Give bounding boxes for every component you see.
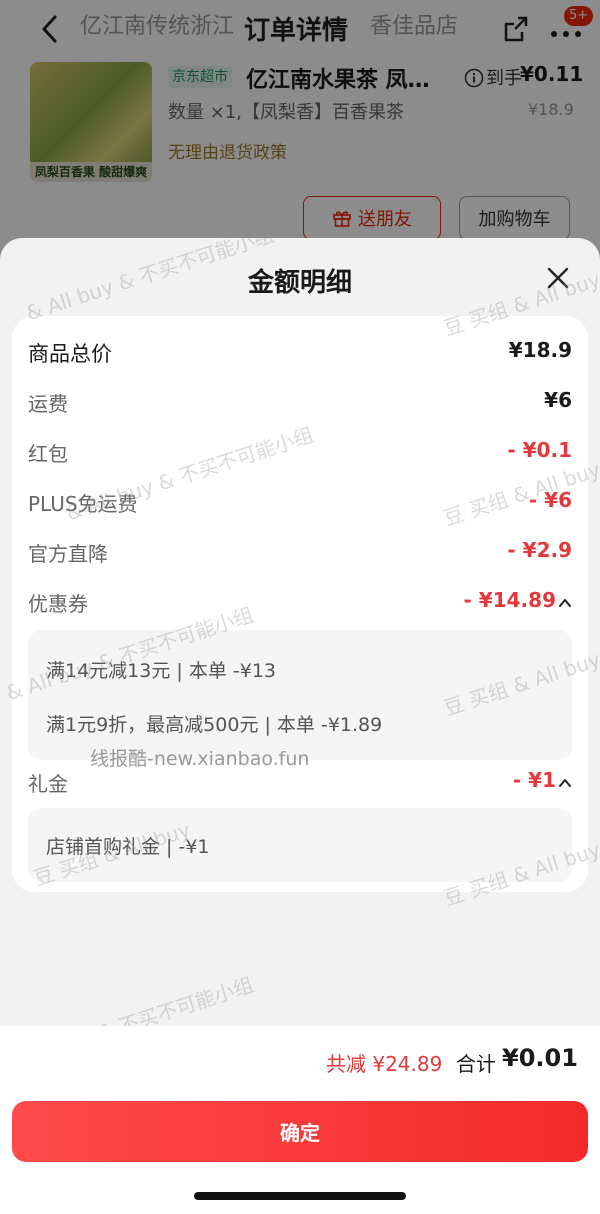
row-official-discount: 官方直降 - ¥2.9	[28, 538, 572, 568]
coupon-detail-box: 满14元减13元 | 本单 -¥13 满1元9折，最高减500元 | 本单 -¥…	[28, 630, 572, 760]
row-value: - ¥2.9	[507, 538, 572, 562]
row-plus-free-shipping: PLUS免运费 - ¥6	[28, 488, 572, 518]
row-label: PLUS免运费	[28, 492, 138, 516]
row-label: 运费	[28, 392, 68, 416]
amount-detail-card: 商品总价 ¥18.9 运费 ¥6 红包 - ¥0.1 PLUS免运费 - ¥6 …	[12, 316, 588, 892]
row-goods-total: 商品总价 ¥18.9	[28, 338, 572, 368]
sheet-footer: 共减 ¥24.89 合计 ¥0.01 确定	[0, 1026, 600, 1214]
row-value: - ¥14.89	[463, 588, 556, 612]
row-value: - ¥0.1	[507, 438, 572, 462]
gift-money-detail-box: 店铺首购礼金 | -¥1	[28, 808, 572, 882]
modal-backdrop[interactable]	[0, 0, 600, 260]
sheet-title: 金额明细	[247, 268, 352, 298]
coupon-detail-line: 满14元减13元 | 本单 -¥13	[46, 660, 276, 682]
row-value: - ¥1	[512, 768, 556, 792]
row-label: 官方直降	[28, 542, 108, 566]
total-label: 合计	[456, 1052, 496, 1076]
order-detail-page: 亿江南传统浙江 香佳品店 订单详情 5+ 凤梨百香果 酸甜爆爽 京东超市 亿江南…	[0, 0, 600, 260]
close-icon[interactable]	[544, 264, 572, 292]
row-value: ¥6	[544, 388, 572, 412]
row-value: - ¥6	[528, 488, 572, 512]
row-gift-money[interactable]: 礼金 - ¥1	[28, 768, 572, 798]
home-indicator	[194, 1192, 406, 1200]
source-watermark: 线报酷-new.xianbao.fun	[90, 748, 310, 770]
row-label: 优惠券	[28, 592, 88, 616]
coupon-detail-line: 满1元9折，最高减500元 | 本单 -¥1.89	[46, 714, 383, 736]
row-shipping: 运费 ¥6	[28, 388, 572, 418]
row-value: ¥18.9	[508, 338, 572, 362]
row-coupon[interactable]: 优惠券 - ¥14.89	[28, 588, 572, 618]
gift-money-detail-line: 店铺首购礼金 | -¥1	[46, 836, 210, 858]
chevron-up-icon[interactable]	[558, 596, 572, 610]
confirm-label: 确定	[280, 1121, 320, 1145]
total-value: ¥0.01	[502, 1044, 578, 1072]
confirm-button[interactable]: 确定	[12, 1101, 588, 1162]
chevron-up-icon[interactable]	[558, 776, 572, 790]
row-label: 礼金	[28, 772, 68, 796]
row-label: 红包	[28, 442, 68, 466]
row-label: 商品总价	[28, 342, 112, 366]
total-saved: 共减 ¥24.89	[326, 1052, 443, 1076]
row-red-packet: 红包 - ¥0.1	[28, 438, 572, 468]
